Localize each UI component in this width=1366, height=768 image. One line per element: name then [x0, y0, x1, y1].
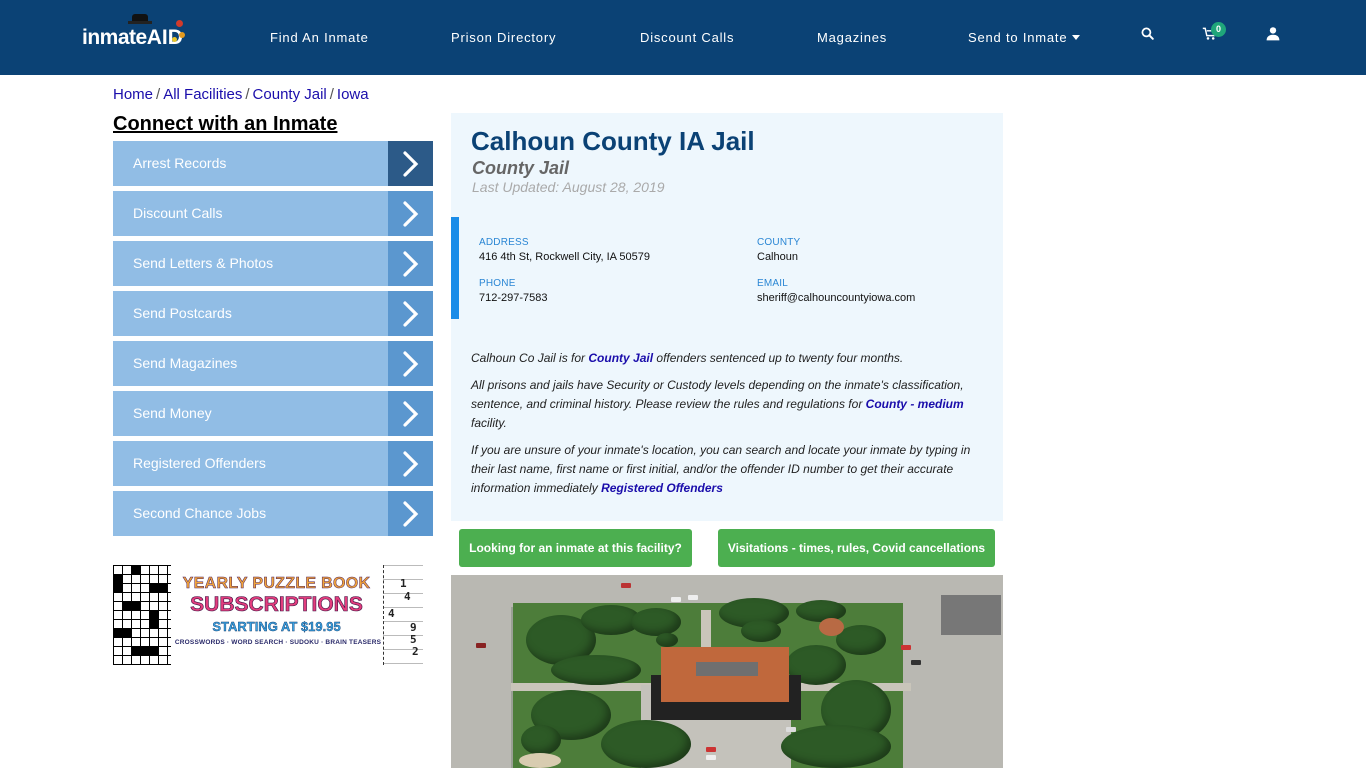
- chevron-right-icon: [388, 491, 433, 536]
- visitation-info-button[interactable]: Visitations - times, rules, Covid cancel…: [718, 529, 995, 567]
- site-logo[interactable]: inmate AID: [82, 14, 185, 54]
- description-paragraph: All prisons and jails have Security or C…: [471, 378, 964, 430]
- facility-card: Calhoun County IA Jail County Jail Last …: [451, 113, 1003, 521]
- address-field: ADDRESS 416 4th St, Rockwell City, IA 50…: [479, 237, 650, 263]
- find-inmate-at-facility-button[interactable]: Looking for an inmate at this facility?: [459, 529, 692, 567]
- sidebar-item-label: Send Magazines: [133, 355, 238, 371]
- description-paragraph: Calhoun Co Jail is for County Jail offen…: [471, 351, 904, 365]
- facility-description: Calhoun Co Jail is for County Jail offen…: [471, 349, 981, 506]
- nav-discount-calls[interactable]: Discount Calls: [640, 30, 734, 45]
- caret-down-icon: [1072, 35, 1081, 41]
- breadcrumb-separator: /: [329, 86, 334, 103]
- cart-count-badge: 0: [1211, 22, 1226, 37]
- top-navbar: inmate AID Find An Inmate Prison Directo…: [0, 0, 1366, 75]
- phone-label: PHONE: [479, 278, 516, 289]
- ad-price: STARTING AT $19.95: [212, 619, 341, 634]
- sudoku-grid-graphic: 1 4 4 9 5 2: [383, 565, 423, 665]
- county-medium-link[interactable]: County - medium: [866, 397, 964, 411]
- county-field: COUNTY Calhoun: [757, 237, 800, 263]
- address-value: 416 4th St, Rockwell City, IA 50579: [479, 251, 650, 263]
- sidebar-item-second-chance-jobs[interactable]: Second Chance Jobs: [113, 491, 433, 536]
- sidebar-item-label: Send Letters & Photos: [133, 255, 274, 271]
- puzzle-book-ad-banner[interactable]: YEARLY PUZZLE BOOK SUBSCRIPTIONS STARTIN…: [113, 565, 423, 665]
- phone-field: PHONE 712-297-7583: [479, 278, 548, 304]
- sidebar-item-label: Send Money: [133, 405, 212, 421]
- breadcrumb-county-jail[interactable]: County Jail: [253, 86, 327, 103]
- breadcrumb-separator: /: [245, 86, 250, 103]
- sidebar-menu: Arrest Records Discount Calls Send Lette…: [113, 141, 433, 541]
- sidebar-item-send-letters-photos[interactable]: Send Letters & Photos: [113, 241, 433, 286]
- facility-name: Calhoun County IA Jail: [471, 126, 755, 156]
- sidebar-item-send-money[interactable]: Send Money: [113, 391, 433, 436]
- sidebar-item-registered-offenders[interactable]: Registered Offenders: [113, 441, 433, 486]
- logo-text-aid: AID: [146, 26, 183, 49]
- sidebar-item-label: Registered Offenders: [133, 455, 266, 471]
- facility-aerial-photo: [451, 575, 1003, 768]
- ad-subheadline: SUBSCRIPTIONS: [190, 593, 363, 617]
- leaf-icon: [176, 20, 183, 27]
- sidebar-item-label: Discount Calls: [133, 205, 223, 221]
- phone-value[interactable]: 712-297-7583: [479, 292, 548, 304]
- county-value: Calhoun: [757, 251, 798, 263]
- email-label: EMAIL: [757, 278, 789, 289]
- ad-tagline: CROSSWORDS · WORD SEARCH · SUDOKU · BRAI…: [174, 639, 382, 646]
- address-label: ADDRESS: [479, 237, 529, 248]
- chevron-right-icon: [388, 391, 433, 436]
- breadcrumb-iowa[interactable]: Iowa: [337, 86, 369, 103]
- chevron-right-icon: [388, 141, 433, 186]
- leaf-icon: [172, 37, 177, 42]
- chevron-right-icon: [388, 241, 433, 286]
- breadcrumb-all-facilities[interactable]: All Facilities: [163, 86, 242, 103]
- user-icon[interactable]: [1265, 26, 1285, 46]
- sidebar-item-send-magazines[interactable]: Send Magazines: [113, 341, 433, 386]
- chevron-right-icon: [388, 341, 433, 386]
- sidebar-item-label: Send Postcards: [133, 305, 232, 321]
- breadcrumb: Home / All Facilities / County Jail / Iowa: [113, 86, 369, 103]
- county-label: COUNTY: [757, 237, 801, 248]
- email-value[interactable]: sheriff@calhouncountyiowa.com: [757, 292, 915, 304]
- email-field: EMAIL sheriff@calhouncountyiowa.com: [757, 278, 915, 304]
- nav-send-to-inmate[interactable]: Send to Inmate: [968, 30, 1081, 45]
- chevron-right-icon: [388, 291, 433, 336]
- last-updated: Last Updated: August 28, 2019: [472, 179, 665, 195]
- graduation-hat-icon: [128, 14, 152, 24]
- sidebar-item-discount-calls[interactable]: Discount Calls: [113, 191, 433, 236]
- crossword-grid-graphic: [113, 565, 171, 665]
- breadcrumb-home[interactable]: Home: [113, 86, 153, 103]
- sidebar-item-send-postcards[interactable]: Send Postcards: [113, 291, 433, 336]
- nav-find-an-inmate[interactable]: Find An Inmate: [270, 30, 369, 45]
- sidebar-title: Connect with an Inmate: [113, 113, 338, 135]
- county-jail-link[interactable]: County Jail: [588, 351, 653, 365]
- chevron-right-icon: [388, 191, 433, 236]
- registered-offenders-link[interactable]: Registered Offenders: [601, 481, 723, 495]
- nav-send-to-inmate-label: Send to Inmate: [968, 30, 1068, 45]
- sidebar-item-label: Arrest Records: [133, 155, 227, 171]
- nav-prison-directory[interactable]: Prison Directory: [451, 30, 556, 45]
- search-icon[interactable]: [1140, 26, 1160, 46]
- nav-magazines[interactable]: Magazines: [817, 30, 887, 45]
- sidebar-item-label: Second Chance Jobs: [133, 505, 267, 521]
- logo-text-inmate: inmate: [82, 26, 147, 49]
- leaf-icon: [179, 32, 185, 38]
- sidebar-item-arrest-records[interactable]: Arrest Records: [113, 141, 433, 186]
- facility-type: County Jail: [472, 158, 570, 178]
- breadcrumb-separator: /: [156, 86, 161, 103]
- chevron-right-icon: [388, 441, 433, 486]
- ad-headline: YEARLY PUZZLE BOOK: [182, 575, 371, 593]
- description-paragraph: If you are unsure of your inmate's locat…: [471, 443, 971, 495]
- facility-info-panel: ADDRESS 416 4th St, Rockwell City, IA 50…: [451, 217, 1003, 319]
